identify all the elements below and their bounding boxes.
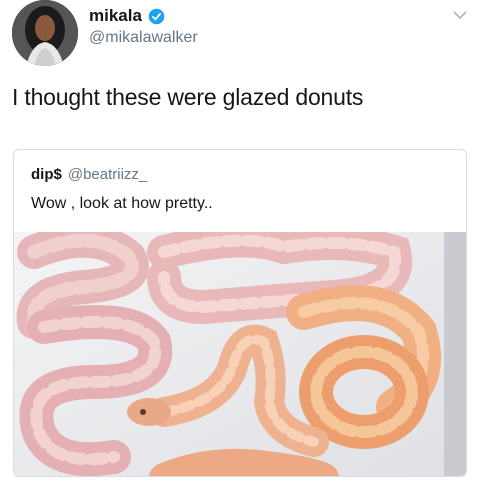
display-name-text[interactable]: mikala (89, 6, 142, 26)
quoted-tweet[interactable]: dip$ @beatriizz_ Wow , look at how prett… (13, 149, 467, 477)
verified-badge-icon (148, 8, 165, 25)
display-name[interactable]: mikala (89, 6, 165, 26)
quoted-tweet-text: Wow , look at how pretty.. (31, 195, 213, 212)
quoted-tweet-image[interactable] (14, 223, 466, 476)
quoted-tweet-header: dip$ @beatriizz_ (31, 166, 147, 183)
user-handle[interactable]: @mikalawalker (89, 29, 198, 47)
avatar-image (12, 0, 78, 66)
snakes-photo (14, 223, 466, 476)
quoted-display-name[interactable]: dip$ (31, 166, 62, 183)
chevron-down-icon[interactable] (452, 8, 468, 20)
avatar[interactable] (12, 0, 78, 66)
tweet-text: I thought these were glazed donuts (12, 84, 364, 110)
quoted-user-handle[interactable]: @beatriizz_ (68, 166, 147, 183)
